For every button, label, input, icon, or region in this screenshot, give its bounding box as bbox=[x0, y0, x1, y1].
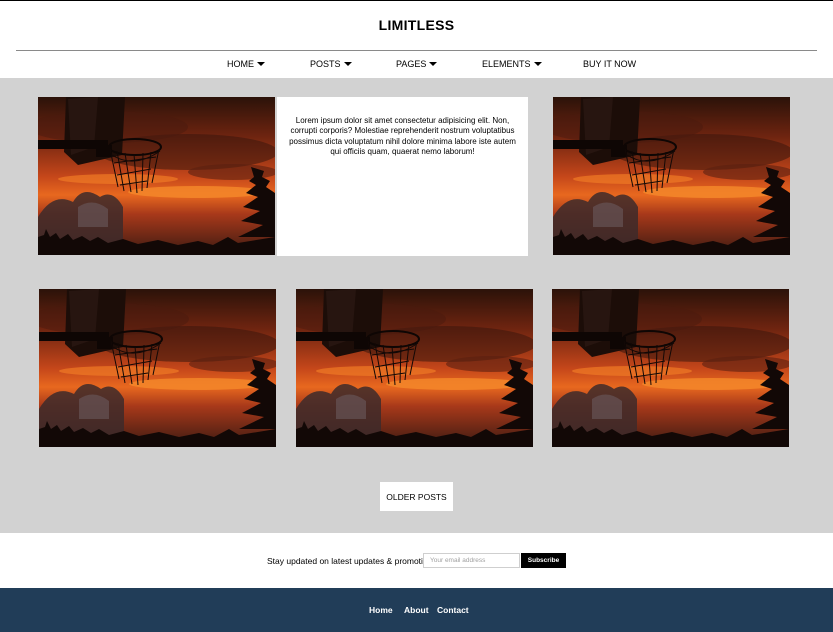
subscribe-button[interactable]: Subscribe bbox=[521, 553, 566, 568]
footer-link-contact[interactable]: Contact bbox=[437, 605, 469, 615]
featured-text: Lorem ipsum dolor sit amet consectetur a… bbox=[289, 116, 516, 157]
nav-item-pages[interactable]: PAGES bbox=[396, 59, 438, 69]
nav-item-posts[interactable]: POSTS bbox=[310, 59, 352, 69]
caret-down-icon bbox=[343, 62, 352, 66]
footer-link-about[interactable]: About bbox=[404, 605, 429, 615]
featured-text-box: Lorem ipsum dolor sit amet consectetur a… bbox=[277, 97, 528, 256]
footer-link-home[interactable]: Home bbox=[369, 605, 393, 615]
nav-item-label: ELEMENTS bbox=[482, 59, 531, 69]
caret-down-icon bbox=[429, 62, 438, 66]
nav-item-label: BUY IT NOW bbox=[583, 59, 637, 69]
nav-item-buy-it-now[interactable]: BUY IT NOW bbox=[583, 59, 636, 69]
caret-down-icon bbox=[533, 62, 542, 66]
nav-item-label: PAGES bbox=[396, 59, 427, 69]
newsletter-bar: Stay updated on latest updates & promoti… bbox=[0, 533, 833, 588]
nav-item-home[interactable]: HOME bbox=[227, 59, 265, 69]
posts-grid: Lorem ipsum dolor sit amet consectetur a… bbox=[0, 78, 833, 533]
nav-item-label: POSTS bbox=[310, 59, 341, 69]
footer: Home About Contact bbox=[0, 588, 833, 632]
older-posts-button[interactable]: OLDER POSTS bbox=[380, 482, 453, 511]
header-divider bbox=[16, 50, 817, 51]
nav-item-elements[interactable]: ELEMENTS bbox=[482, 59, 542, 69]
newsletter-label: Stay updated on latest updates & promoti… bbox=[267, 556, 437, 566]
nav-item-label: HOME bbox=[227, 59, 254, 69]
site-title[interactable]: LIMITLESS bbox=[0, 17, 833, 33]
post-image[interactable] bbox=[296, 289, 533, 447]
post-image[interactable] bbox=[553, 97, 790, 255]
post-image[interactable] bbox=[38, 97, 275, 255]
caret-down-icon bbox=[257, 62, 265, 66]
post-image[interactable] bbox=[39, 289, 276, 447]
email-field[interactable] bbox=[423, 553, 520, 568]
top-border bbox=[0, 0, 833, 1]
post-image[interactable] bbox=[552, 289, 789, 447]
